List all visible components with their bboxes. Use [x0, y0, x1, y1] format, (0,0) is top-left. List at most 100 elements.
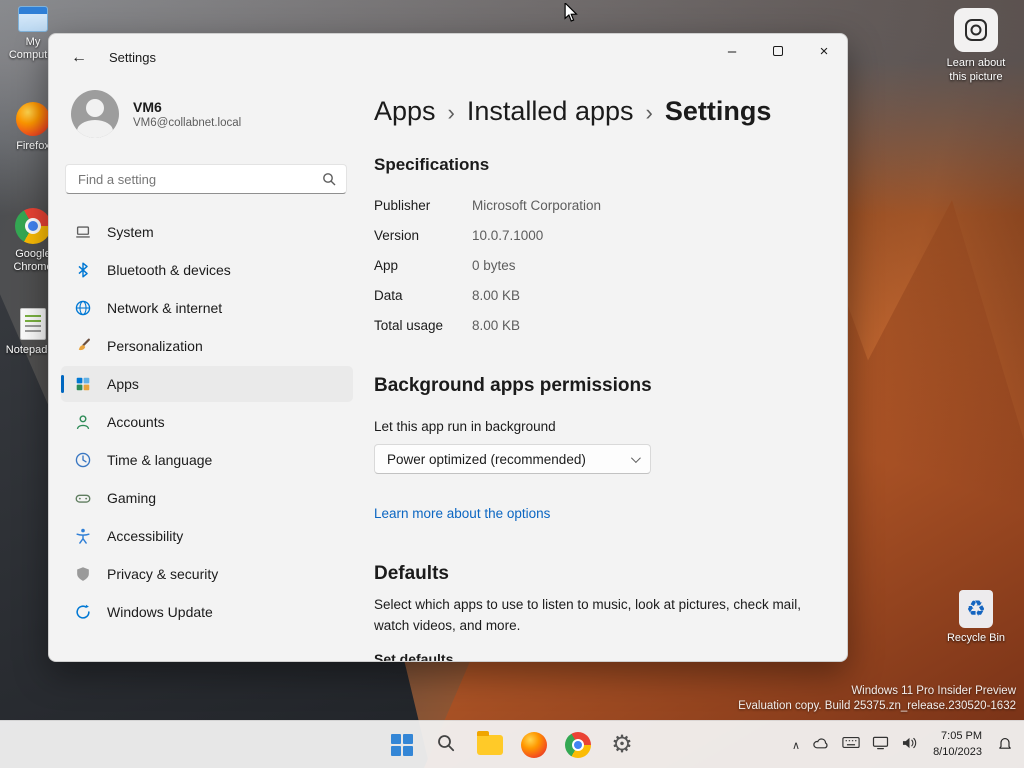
watermark-line1: Windows 11 Pro Insider Preview: [851, 685, 1016, 697]
clock[interactable]: 7:05 PM 8/10/2023: [925, 729, 990, 761]
chevron-up-icon: ∧: [792, 739, 801, 752]
title-bar[interactable]: ← Settings – ×: [49, 34, 847, 82]
bluetooth-icon: [73, 260, 93, 280]
sidebar-item-time-language[interactable]: Time & language: [61, 442, 353, 478]
firefox-taskbar-button[interactable]: [514, 725, 554, 765]
clock-icon: [73, 450, 93, 470]
maximize-button[interactable]: [755, 34, 801, 68]
file-explorer-button[interactable]: [470, 725, 510, 765]
sidebar-item-gaming[interactable]: Gaming: [61, 480, 353, 516]
spec-row-publisher: Publisher Microsoft Corporation: [374, 191, 847, 221]
update-arrows-icon: [73, 602, 93, 622]
chevron-down-icon: [630, 452, 641, 463]
accessibility-person-icon: [73, 526, 93, 546]
recycle-bin-label: Recycle Bin: [946, 632, 1006, 644]
learn-about-picture[interactable]: Learn about this picture: [946, 8, 1006, 85]
search-icon: [322, 172, 336, 186]
sidebar-item-system[interactable]: System: [61, 214, 353, 250]
specifications-table: Publisher Microsoft Corporation Version …: [374, 191, 847, 341]
breadcrumb-installed-apps[interactable]: Installed apps: [467, 96, 634, 127]
recycle-bin-icon: ♻: [959, 590, 993, 628]
taskbar-center-icons: ⚙: [382, 725, 642, 765]
learn-more-link[interactable]: Learn more about the options: [374, 506, 550, 521]
chevron-right-icon: ›: [447, 100, 455, 125]
sidebar-item-windows-update[interactable]: Windows Update: [61, 594, 353, 630]
chrome-taskbar-button[interactable]: [558, 725, 598, 765]
game-controller-icon: [73, 488, 93, 508]
defaults-description: Select which apps to use to listen to mu…: [374, 597, 801, 633]
my-computer-icon: [18, 6, 48, 32]
sidebar-item-privacy-security[interactable]: Privacy & security: [61, 556, 353, 592]
search-icon: [436, 733, 456, 758]
spec-label: Publisher: [374, 198, 431, 213]
watermark-line2: Evaluation copy. Build 25375.zn_release.…: [738, 699, 1016, 712]
sidebar-item-label: Apps: [107, 376, 139, 392]
cast-display-button[interactable]: [867, 725, 894, 765]
tray-time: 7:05 PM: [941, 730, 982, 743]
sidebar-item-apps[interactable]: Apps: [61, 366, 353, 402]
sidebar-item-label: Bluetooth & devices: [107, 262, 231, 278]
maximize-icon: [773, 46, 783, 56]
chevron-right-icon: ›: [645, 100, 653, 125]
search-input[interactable]: [66, 171, 322, 187]
firefox-icon: [521, 732, 547, 758]
keyboard-icon: [842, 736, 860, 754]
start-button[interactable]: [382, 725, 422, 765]
sidebar-nav: System Bluetooth & devices Network & int…: [49, 214, 365, 630]
settings-sidebar: VM6 VM6@collabnet.local System Bluetooth…: [49, 82, 365, 661]
sidebar-item-accessibility[interactable]: Accessibility: [61, 518, 353, 554]
run-in-background-label: Let this app run in background: [374, 419, 556, 434]
close-icon: ×: [819, 42, 829, 60]
sidebar-item-accounts[interactable]: Accounts: [61, 404, 353, 440]
gear-icon: ⚙: [611, 731, 633, 758]
onedrive-tray-button[interactable]: [807, 725, 835, 765]
sidebar-item-label: Personalization: [107, 338, 203, 354]
notification-center-button[interactable]: [992, 725, 1018, 765]
folder-icon: [477, 731, 503, 755]
spec-label: Data: [374, 288, 403, 303]
background-permission-dropdown[interactable]: Power optimized (recommended): [374, 444, 651, 474]
chrome-icon: [565, 732, 591, 758]
taskbar-search-button[interactable]: [426, 725, 466, 765]
volume-button[interactable]: [896, 725, 923, 765]
chrome-icon: [15, 208, 51, 244]
spec-row-data: Data 8.00 KB: [374, 281, 847, 311]
learn-about-label: Learn about this picture: [946, 57, 1006, 83]
apps-grid-icon: [73, 374, 93, 394]
sidebar-item-personalization[interactable]: Personalization: [61, 328, 353, 364]
touch-keyboard-button[interactable]: [837, 725, 865, 765]
specifications-title: Specifications: [374, 155, 490, 174]
sidebar-item-label: System: [107, 224, 154, 240]
display-icon: [872, 736, 889, 755]
spec-value: 10.0.7.1000: [472, 228, 544, 243]
user-email: VM6@collabnet.local: [133, 117, 242, 129]
settings-taskbar-button[interactable]: ⚙: [602, 725, 642, 765]
user-account[interactable]: VM6 VM6@collabnet.local: [49, 82, 365, 146]
tray-overflow-button[interactable]: ∧: [787, 725, 805, 765]
tray-date: 8/10/2023: [933, 746, 982, 758]
spec-value: 0 bytes: [472, 258, 516, 273]
back-button[interactable]: ←: [61, 42, 97, 74]
breadcrumb-apps[interactable]: Apps: [374, 96, 436, 127]
taskbar: ⚙ ∧ 7:05 PM 8/10/2023: [0, 720, 1024, 768]
windows-logo-icon: [391, 734, 413, 756]
sidebar-item-network-internet[interactable]: Network & internet: [61, 290, 353, 326]
sidebar-item-label: Network & internet: [107, 300, 223, 316]
picture-info-icon: [954, 8, 998, 52]
cloud-icon: [812, 736, 830, 755]
sidebar-item-bluetooth-devices[interactable]: Bluetooth & devices: [61, 252, 353, 288]
system-tray: ∧ 7:05 PM 8/10/2023: [787, 721, 1018, 768]
recycle-glyph: ♻: [966, 596, 986, 621]
firefox-icon: [16, 102, 50, 136]
recycle-bin[interactable]: ♻ Recycle Bin: [946, 590, 1006, 644]
spec-label: App: [374, 258, 399, 273]
avatar: [71, 90, 119, 138]
spec-row-app: App 0 bytes: [374, 251, 847, 281]
window-title: Settings: [109, 50, 156, 65]
close-button[interactable]: ×: [801, 34, 847, 68]
spec-row-version: Version 10.0.7.1000: [374, 221, 847, 251]
breadcrumb-settings: Settings: [664, 96, 772, 126]
mouse-cursor: [563, 1, 579, 28]
search-box: [65, 164, 347, 194]
minimize-button[interactable]: –: [709, 34, 755, 68]
